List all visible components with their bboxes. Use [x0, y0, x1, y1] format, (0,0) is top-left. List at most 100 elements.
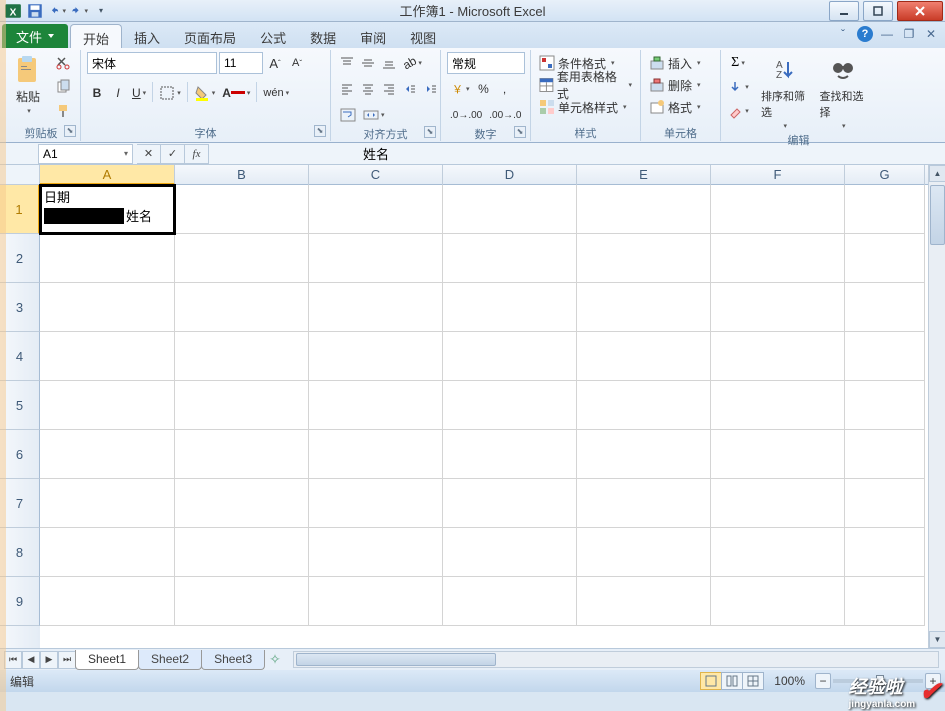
col-header-F[interactable]: F — [711, 165, 845, 185]
cell-D2[interactable] — [443, 234, 577, 283]
bold-button[interactable]: B — [87, 82, 107, 104]
row-header-9[interactable]: 9 — [0, 577, 40, 626]
cell-C1[interactable] — [309, 185, 443, 234]
horizontal-scrollbar[interactable] — [293, 651, 939, 668]
cell-C4[interactable] — [309, 332, 443, 381]
cell-G8[interactable] — [845, 528, 925, 577]
cell-D7[interactable] — [443, 479, 577, 528]
merge-center-icon[interactable]: ▾ — [360, 104, 388, 126]
row-header-6[interactable]: 6 — [0, 430, 40, 479]
row-header-4[interactable]: 4 — [0, 332, 40, 381]
align-center-icon[interactable] — [358, 78, 378, 100]
cell-F4[interactable] — [711, 332, 845, 381]
zoom-slider-track[interactable] — [833, 679, 923, 683]
cell-G6[interactable] — [845, 430, 925, 479]
border-button[interactable]: ▾ — [156, 82, 184, 104]
number-launcher[interactable]: ⬊ — [514, 126, 526, 138]
decrease-font-icon[interactable]: Aˇ — [287, 52, 307, 74]
cell-C5[interactable] — [309, 381, 443, 430]
cell-G1[interactable] — [845, 185, 925, 234]
insert-function-icon[interactable]: fx — [185, 144, 209, 164]
cell-C2[interactable] — [309, 234, 443, 283]
clear-icon[interactable]: ▾ — [727, 100, 749, 122]
close-button[interactable] — [897, 1, 943, 21]
redo-icon[interactable]: ▾ — [70, 2, 88, 20]
cell-F5[interactable] — [711, 381, 845, 430]
font-size-select[interactable] — [219, 52, 263, 74]
undo-icon[interactable]: ▾ — [48, 2, 66, 20]
orientation-icon[interactable]: ab▾ — [400, 52, 425, 74]
clipboard-launcher[interactable]: ⬊ — [64, 125, 76, 137]
cell-D1[interactable] — [443, 185, 577, 234]
cell-C9[interactable] — [309, 577, 443, 626]
italic-button[interactable]: I — [108, 82, 128, 104]
cell-C6[interactable] — [309, 430, 443, 479]
increase-font-icon[interactable]: Aˆ — [265, 52, 285, 74]
alignment-launcher[interactable]: ⬊ — [424, 126, 436, 138]
font-name-select[interactable] — [87, 52, 217, 74]
vertical-scrollbar[interactable]: ▲ ▼ — [928, 165, 945, 648]
cell-A2[interactable] — [40, 234, 175, 283]
phonetic-button[interactable]: wén▾ — [260, 82, 292, 104]
cell-B3[interactable] — [175, 283, 309, 332]
tab-view[interactable]: 视图 — [398, 24, 448, 48]
hscroll-thumb[interactable] — [296, 653, 496, 666]
cell-A4[interactable] — [40, 332, 175, 381]
col-header-C[interactable]: C — [309, 165, 443, 185]
cell-D9[interactable] — [443, 577, 577, 626]
format-as-table-button[interactable]: 套用表格格式▾ — [537, 74, 634, 96]
delete-cells-button[interactable]: 删除▾ — [647, 74, 703, 96]
sort-filter-button[interactable]: AZ 排序和筛选▾ — [757, 52, 812, 132]
cell-D6[interactable] — [443, 430, 577, 479]
cell-E8[interactable] — [577, 528, 711, 577]
increase-indent-icon[interactable] — [421, 78, 441, 100]
tab-page-layout[interactable]: 页面布局 — [172, 24, 248, 48]
formula-input[interactable]: 姓名 — [213, 144, 945, 164]
wrap-text-icon[interactable] — [337, 104, 359, 126]
cell-A3[interactable] — [40, 283, 175, 332]
excel-icon[interactable]: X — [4, 2, 22, 20]
col-header-B[interactable]: B — [175, 165, 309, 185]
doc-restore-icon[interactable]: ❐ — [901, 26, 917, 42]
increase-decimal-icon[interactable]: .0→.00 — [447, 104, 485, 126]
cell-B4[interactable] — [175, 332, 309, 381]
cell-A5[interactable] — [40, 381, 175, 430]
tab-data[interactable]: 数据 — [298, 24, 348, 48]
enter-formula-icon[interactable]: ✓ — [161, 144, 185, 164]
comma-icon[interactable]: , — [495, 78, 515, 100]
cell-C7[interactable] — [309, 479, 443, 528]
font-color-button[interactable]: A▾ — [219, 82, 253, 104]
cell-A1[interactable]: 日期 姓名 — [40, 185, 175, 234]
cell-B2[interactable] — [175, 234, 309, 283]
row-header-2[interactable]: 2 — [0, 234, 40, 283]
cell-F7[interactable] — [711, 479, 845, 528]
cell-B1[interactable] — [175, 185, 309, 234]
decrease-decimal-icon[interactable]: .00→.0 — [486, 104, 524, 126]
insert-cells-button[interactable]: 插入▾ — [647, 52, 703, 74]
fill-color-button[interactable]: ▾ — [191, 82, 219, 104]
cell-E3[interactable] — [577, 283, 711, 332]
cell-B6[interactable] — [175, 430, 309, 479]
minimize-button[interactable] — [829, 1, 859, 21]
sheet-nav-prev[interactable]: ◀ — [22, 651, 40, 669]
cell-F2[interactable] — [711, 234, 845, 283]
cell-F1[interactable] — [711, 185, 845, 234]
cell-C3[interactable] — [309, 283, 443, 332]
cell-A7[interactable] — [40, 479, 175, 528]
cell-E1[interactable] — [577, 185, 711, 234]
cell-B7[interactable] — [175, 479, 309, 528]
name-box[interactable]: A1 — [38, 144, 133, 164]
row-header-8[interactable]: 8 — [0, 528, 40, 577]
row-header-1[interactable]: 1 — [0, 185, 40, 234]
cell-E5[interactable] — [577, 381, 711, 430]
align-bottom-icon[interactable] — [379, 52, 399, 74]
sheet-nav-next[interactable]: ▶ — [40, 651, 58, 669]
zoom-in-button[interactable]: + — [925, 673, 941, 689]
align-right-icon[interactable] — [379, 78, 399, 100]
autosum-icon[interactable]: Σ▾ — [727, 52, 749, 74]
col-header-A[interactable]: A — [40, 165, 175, 185]
cell-styles-button[interactable]: 单元格样式▾ — [537, 96, 629, 118]
fill-icon[interactable]: ▾ — [727, 76, 749, 98]
col-header-E[interactable]: E — [577, 165, 711, 185]
cell-B9[interactable] — [175, 577, 309, 626]
